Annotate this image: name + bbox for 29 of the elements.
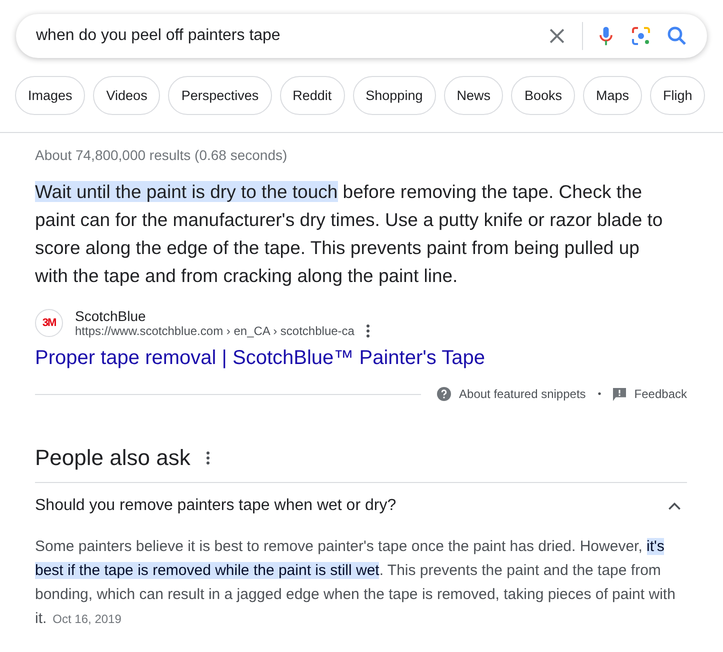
section-heading: People also ask [35, 445, 190, 471]
filter-chip[interactable]: Fligh [650, 76, 706, 115]
search-field[interactable]: when do you peel off painters tape [16, 14, 707, 58]
more-icon[interactable] [206, 451, 210, 465]
more-icon[interactable] [366, 324, 370, 338]
snippet-answer: Wait until the paint is dry to the touch before removing the tape. Check the paint can for the manufacturer's dry times. Use a putty knife or razor blade to score along the edge of the tape. This prevents paint from being pulled up with the tape and from cracking along the paint line. [35, 180, 664, 288]
result-link[interactable]: Proper tape removal | ScotchBlue™ Painter's Tape [35, 347, 485, 370]
filter-chip[interactable]: Images [15, 76, 86, 115]
site-logo: 3M [35, 309, 63, 337]
question-row[interactable]: Should you remove painters tape when wet or dry? [35, 482, 687, 529]
camera-icon[interactable] [629, 24, 653, 48]
about-snippets-link[interactable]: About featured snippets [459, 387, 586, 401]
feedback-link[interactable]: Feedback [634, 387, 687, 401]
filter-chip[interactable]: Shopping [352, 76, 436, 115]
search-query: when do you peel off painters tape [36, 27, 282, 45]
question-text: Should you remove painters tape when wet or dry? [35, 497, 396, 515]
separator-dot: • [598, 388, 602, 400]
site-name: ScotchBlue [75, 308, 147, 324]
filter-chip[interactable]: News [444, 76, 504, 115]
feedback-icon[interactable] [613, 388, 626, 400]
answer-text: Some painters believe it is best to remove painter's tape once the paint has dried. However, it's best if the tape is removed while the paint is still wet. This prevents the paint and the tape from bonding, which can result in a jagged edge when the tape is removed, taking pieces of paint with it. Oct 16, 2019 [35, 537, 676, 629]
filter-chip[interactable]: Perspectives [168, 76, 272, 115]
site-url: https://www.scotchblue.com › en_CA › scotchblue-ca [75, 324, 354, 338]
result-stats: About 74,800,000 results (0.68 seconds) [35, 147, 288, 163]
filter-chip[interactable]: Videos [93, 76, 160, 115]
filter-chip[interactable]: Reddit [280, 76, 345, 115]
filter-chip[interactable]: Maps [583, 76, 642, 115]
help-icon[interactable] [437, 387, 452, 401]
filter-chip[interactable]: Books [511, 76, 576, 115]
